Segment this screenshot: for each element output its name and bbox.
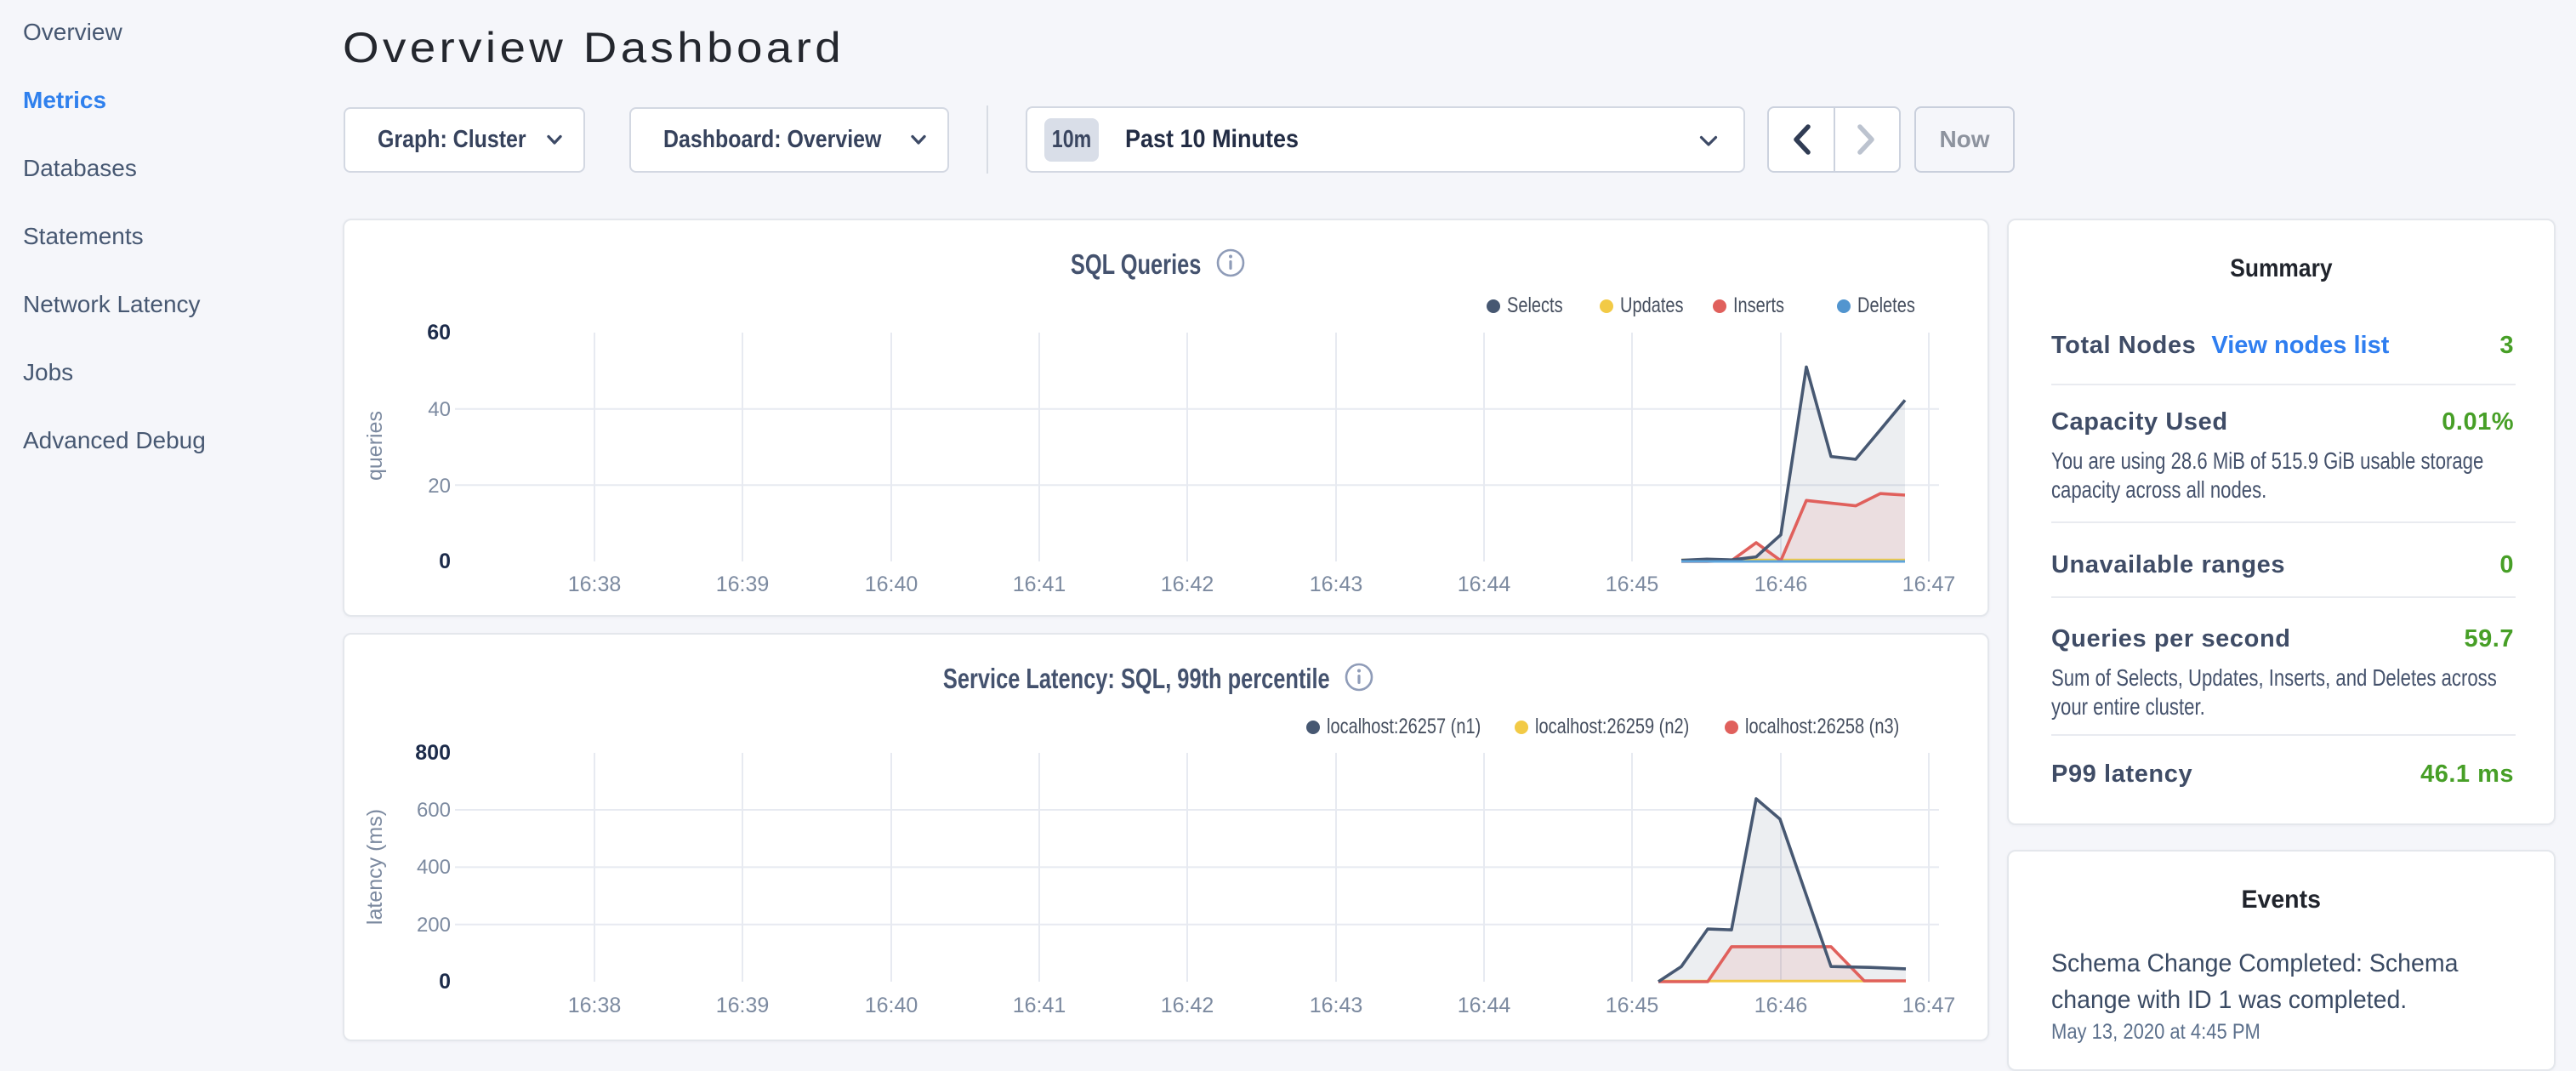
svg-text:200: 200 (417, 914, 451, 937)
svg-text:16:47: 16:47 (1902, 994, 1956, 1017)
svg-text:16:42: 16:42 (1161, 573, 1214, 596)
svg-text:16:39: 16:39 (716, 994, 770, 1017)
svg-text:20: 20 (428, 475, 451, 498)
svg-text:16:45: 16:45 (1606, 573, 1659, 596)
svg-text:60: 60 (427, 321, 451, 345)
svg-text:16:44: 16:44 (1458, 994, 1511, 1017)
svg-text:800: 800 (415, 741, 451, 765)
svg-text:latency (ms): latency (ms) (363, 809, 387, 925)
svg-text:600: 600 (417, 799, 451, 822)
svg-text:16:46: 16:46 (1754, 573, 1808, 596)
svg-text:16:39: 16:39 (716, 573, 770, 596)
svg-text:16:44: 16:44 (1458, 573, 1511, 596)
svg-text:16:45: 16:45 (1606, 994, 1659, 1017)
svg-text:16:40: 16:40 (865, 573, 918, 596)
svg-text:16:38: 16:38 (568, 994, 622, 1017)
svg-text:16:38: 16:38 (568, 573, 622, 596)
svg-text:queries: queries (363, 411, 387, 481)
svg-text:16:46: 16:46 (1754, 994, 1808, 1017)
svg-text:0: 0 (439, 550, 451, 573)
svg-text:16:43: 16:43 (1310, 994, 1363, 1017)
svg-text:16:42: 16:42 (1161, 994, 1214, 1017)
svg-text:16:47: 16:47 (1902, 573, 1956, 596)
svg-text:0: 0 (439, 970, 451, 994)
svg-text:16:41: 16:41 (1013, 573, 1066, 596)
svg-text:400: 400 (417, 856, 451, 879)
svg-text:40: 40 (428, 398, 451, 421)
svg-text:16:43: 16:43 (1310, 573, 1363, 596)
svg-text:16:40: 16:40 (865, 994, 918, 1017)
svg-text:16:41: 16:41 (1013, 994, 1066, 1017)
